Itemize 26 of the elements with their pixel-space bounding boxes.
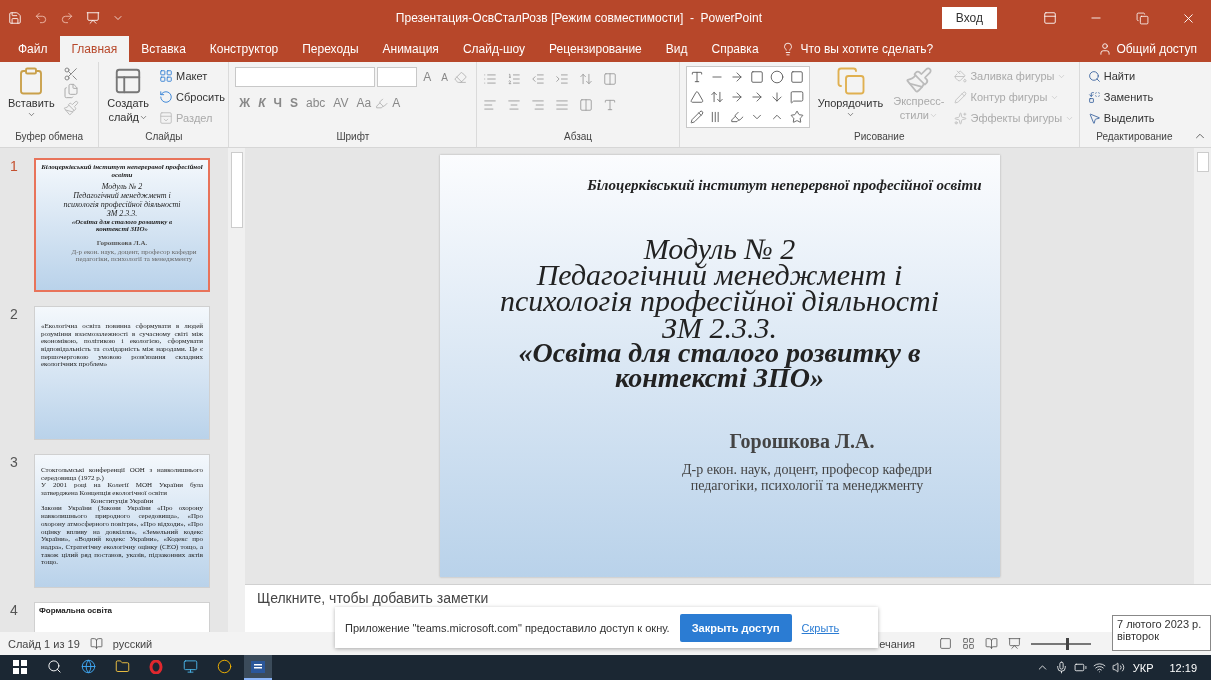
thumb-title-text: ЗМ 2.3.3. — [106, 209, 138, 219]
group-label: Слайды — [144, 131, 184, 144]
group-label: Редактирование — [1095, 131, 1174, 144]
slide-author-text: Горошкова Л.А. — [729, 430, 875, 453]
thumb-heading-text: Формальна освіта — [39, 607, 112, 616]
slide-title-text: «Освіта для сталого розвитку в — [518, 341, 921, 366]
slide-number: 3 — [10, 454, 19, 472]
group-label: Шрифт — [335, 131, 371, 144]
slide-title-text: психологія професійної діяльності — [499, 288, 939, 315]
slide-header-text: Білоцерківський інститут неперервної професійної освіти — [587, 177, 982, 194]
slide-number: 1 — [10, 158, 19, 176]
weekday-text: вівторок — [1117, 630, 1160, 642]
group-label: Абзац — [563, 131, 594, 144]
thumb-title-text: психологія професійної діяльності — [63, 200, 181, 210]
group-label: Буфер обмена — [14, 131, 85, 144]
thumb-title-text: Модуль № 2 — [101, 183, 143, 193]
notification-text: Приложение "teams.microsoft.com" предоставило доступ к окну. — [345, 621, 670, 634]
thumb-title-text: Педагогічний менеджмент і — [73, 192, 171, 201]
language-text: русский — [112, 637, 153, 650]
date-text: 7 лютого 2023 р. — [1117, 618, 1203, 630]
slide-number: 4 — [10, 602, 19, 620]
slide-subtitle-text: Д-р екон. наук, доцент, професор кафедри педагогіки, психології та менеджменту — [680, 462, 934, 494]
slide-count-text: Слайд 1 из 19 — [8, 637, 80, 650]
group-label: Рисование — [853, 131, 906, 144]
window-title: Презентация-ОсвСталРозв [Режим совместимости] - PowerPoint — [394, 11, 763, 25]
slide-number: 2 — [10, 306, 19, 324]
